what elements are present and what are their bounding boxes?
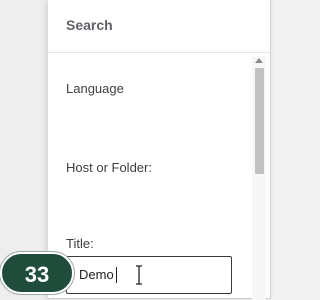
search-panel: Search Language Host or Folder: Title: xyxy=(48,0,271,299)
step-number-badge: 33 xyxy=(0,252,74,294)
host-or-folder-label: Host or Folder: xyxy=(66,160,152,175)
text-cursor-icon xyxy=(136,265,142,285)
title-input[interactable]: Demo xyxy=(66,256,232,294)
language-label: Language xyxy=(66,81,124,96)
title-label: Title: xyxy=(66,236,94,251)
scroll-up-arrow-icon[interactable] xyxy=(255,58,263,63)
scrollbar-thumb[interactable] xyxy=(255,68,264,174)
title-input-value: Demo xyxy=(79,267,114,282)
text-caret xyxy=(116,267,117,283)
panel-title: Search xyxy=(66,17,113,33)
panel-header: Search xyxy=(48,0,270,53)
